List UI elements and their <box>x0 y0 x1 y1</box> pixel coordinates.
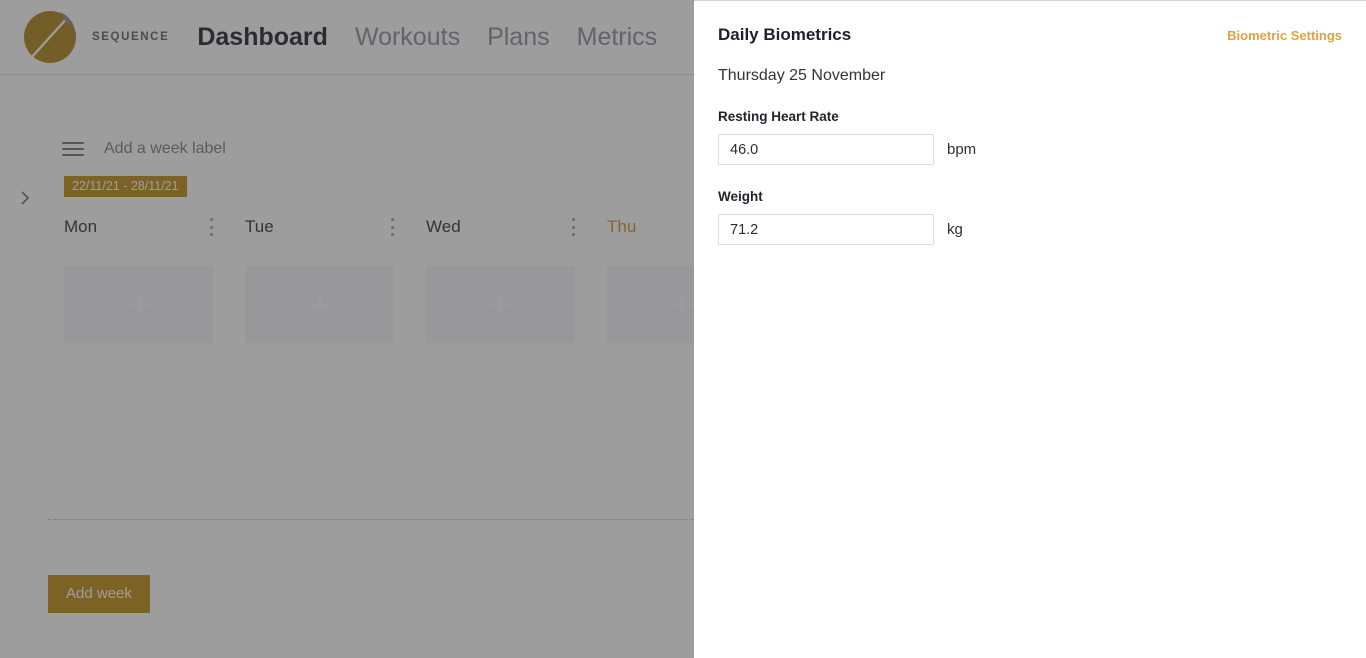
daily-biometrics-panel: Daily Biometrics Biometric Settings Thur… <box>694 0 1366 658</box>
weight-input[interactable] <box>718 214 934 246</box>
background-app: SEQUENCE Dashboard Workouts Plans Metric… <box>0 0 694 658</box>
panel-header: Daily Biometrics Biometric Settings <box>718 25 1342 45</box>
app-root: SEQUENCE Dashboard Workouts Plans Metric… <box>0 0 1366 658</box>
modal-scrim-overlay[interactable] <box>0 0 694 658</box>
resting-heart-rate-unit: bpm <box>947 141 977 159</box>
panel-date-label: Thursday 25 November <box>718 67 886 85</box>
biometric-settings-link[interactable]: Biometric Settings <box>1227 28 1342 43</box>
field-row: bpm <box>718 134 1342 166</box>
resting-heart-rate-input[interactable] <box>718 134 934 166</box>
field-row: kg <box>718 214 1342 246</box>
panel-title: Daily Biometrics <box>718 25 852 44</box>
resting-heart-rate-label: Resting Heart Rate <box>718 109 839 125</box>
resting-heart-rate-group: Resting Heart Rate bpm <box>718 109 1342 166</box>
weight-label: Weight <box>718 189 763 205</box>
weight-group: Weight kg <box>718 189 1342 246</box>
weight-unit: kg <box>947 221 963 239</box>
